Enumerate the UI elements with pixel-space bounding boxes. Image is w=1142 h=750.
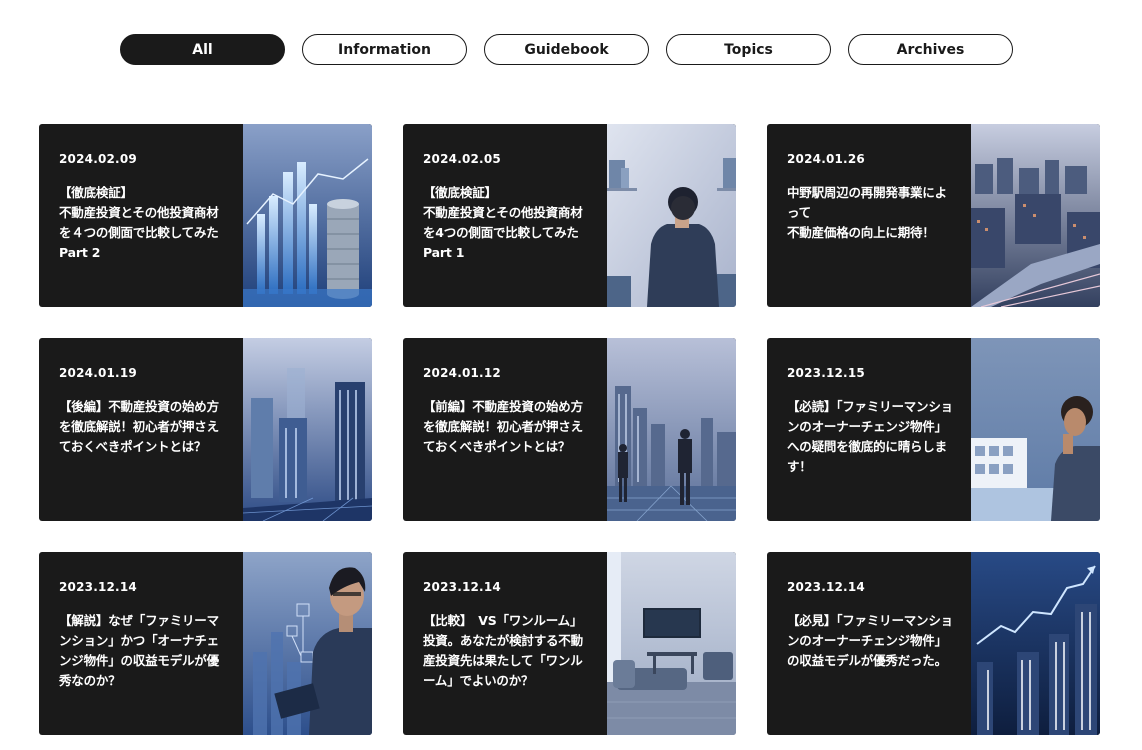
tab-all[interactable]: All (120, 34, 285, 65)
article-card[interactable]: 2023.12.15 【必読】「ファミリーマンションのオーナーチェンジ物件」への… (767, 338, 1100, 521)
article-title: 【比較】 VS「ワンルーム」投資。あなたが検討する不動産投資先は果たして「ワンル… (423, 613, 583, 688)
article-title: 【必読】「ファミリーマンションのオーナーチェンジ物件」への疑問を徹底的に晴らしま… (787, 399, 953, 474)
article-title: 【徹底検証】 不動産投資とその他投資商材を４つの側面で比較してみた Part 2 (59, 185, 219, 260)
article-date: 2024.01.19 (59, 366, 137, 380)
tab-topics[interactable]: Topics (666, 34, 831, 65)
article-title: 【解説】なぜ「ファミリーマンション」かつ「オーナチェンジ物件」の収益モデルが優秀… (59, 613, 219, 688)
article-text: 2023.12.15 【必読】「ファミリーマンションのオーナーチェンジ物件」への… (787, 366, 957, 477)
article-thumbnail (971, 124, 1100, 307)
article-date: 2023.12.14 (423, 580, 501, 594)
article-date: 2024.01.12 (423, 366, 501, 380)
article-text: 2024.02.05 【徹底検証】 不動産投資とその他投資商材を4つの側面で比較… (423, 152, 593, 263)
article-card[interactable]: 2024.01.26 中野駅周辺の再開発事業によって 不動産価格の向上に期待！ (767, 124, 1100, 307)
article-text: 2023.12.14 【解説】なぜ「ファミリーマンション」かつ「オーナチェンジ物… (59, 580, 229, 691)
article-date: 2024.01.26 (787, 152, 865, 166)
article-thumbnail (971, 552, 1100, 735)
article-date: 2023.12.14 (787, 580, 865, 594)
article-text: 2023.12.14 【必見】「ファミリーマンションのオーナーチェンジ物件」の収… (787, 580, 957, 671)
category-tabs: All Information Guidebook Topics Archive… (120, 34, 1013, 65)
article-card[interactable]: 2023.12.14 【必見】「ファミリーマンションのオーナーチェンジ物件」の収… (767, 552, 1100, 735)
article-card[interactable]: 2024.01.12 【前編】不動産投資の始め方を徹底解説！初心者が押さえておく… (403, 338, 736, 521)
article-text: 2023.12.14 【比較】 VS「ワンルーム」投資。あなたが検討する不動産投… (423, 580, 593, 691)
article-title: 【必見】「ファミリーマンションのオーナーチェンジ物件」の収益モデルが優秀だった。 (787, 613, 953, 668)
article-thumbnail (971, 338, 1100, 521)
article-text: 2024.01.19 【後編】不動産投資の始め方を徹底解説！初心者が押さえておく… (59, 366, 229, 457)
article-text: 2024.01.12 【前編】不動産投資の始め方を徹底解説！初心者が押さえておく… (423, 366, 593, 457)
article-text: 2024.01.26 中野駅周辺の再開発事業によって 不動産価格の向上に期待！ (787, 152, 957, 243)
article-card[interactable]: 2023.12.14 【比較】 VS「ワンルーム」投資。あなたが検討する不動産投… (403, 552, 736, 735)
article-text: 2024.02.09 【徹底検証】 不動産投資とその他投資商材を４つの側面で比較… (59, 152, 229, 263)
tab-archives[interactable]: Archives (848, 34, 1013, 65)
article-thumbnail (607, 552, 736, 735)
article-date: 2024.02.05 (423, 152, 501, 166)
article-date: 2024.02.09 (59, 152, 137, 166)
article-date: 2023.12.15 (787, 366, 865, 380)
article-title: 【前編】不動産投資の始め方を徹底解説！初心者が押さえておくべきポイントとは？ (423, 399, 583, 454)
article-card[interactable]: 2023.12.14 【解説】なぜ「ファミリーマンション」かつ「オーナチェンジ物… (39, 552, 372, 735)
article-date: 2023.12.14 (59, 580, 137, 594)
article-thumbnail (607, 338, 736, 521)
article-card[interactable]: 2024.02.09 【徹底検証】 不動産投資とその他投資商材を４つの側面で比較… (39, 124, 372, 307)
article-thumbnail (243, 338, 372, 521)
article-thumbnail (243, 124, 372, 307)
article-title: 【徹底検証】 不動産投資とその他投資商材を4つの側面で比較してみた Part 1 (423, 185, 583, 260)
article-title: 中野駅周辺の再開発事業によって 不動産価格の向上に期待！ (787, 185, 947, 240)
article-thumbnail (607, 124, 736, 307)
article-grid: 2024.02.09 【徹底検証】 不動産投資とその他投資商材を４つの側面で比較… (39, 124, 1100, 735)
article-card[interactable]: 2024.01.19 【後編】不動産投資の始め方を徹底解説！初心者が押さえておく… (39, 338, 372, 521)
tab-guidebook[interactable]: Guidebook (484, 34, 649, 65)
tab-information[interactable]: Information (302, 34, 467, 65)
article-thumbnail (243, 552, 372, 735)
article-card[interactable]: 2024.02.05 【徹底検証】 不動産投資とその他投資商材を4つの側面で比較… (403, 124, 736, 307)
article-title: 【後編】不動産投資の始め方を徹底解説！初心者が押さえておくべきポイントとは？ (59, 399, 219, 454)
